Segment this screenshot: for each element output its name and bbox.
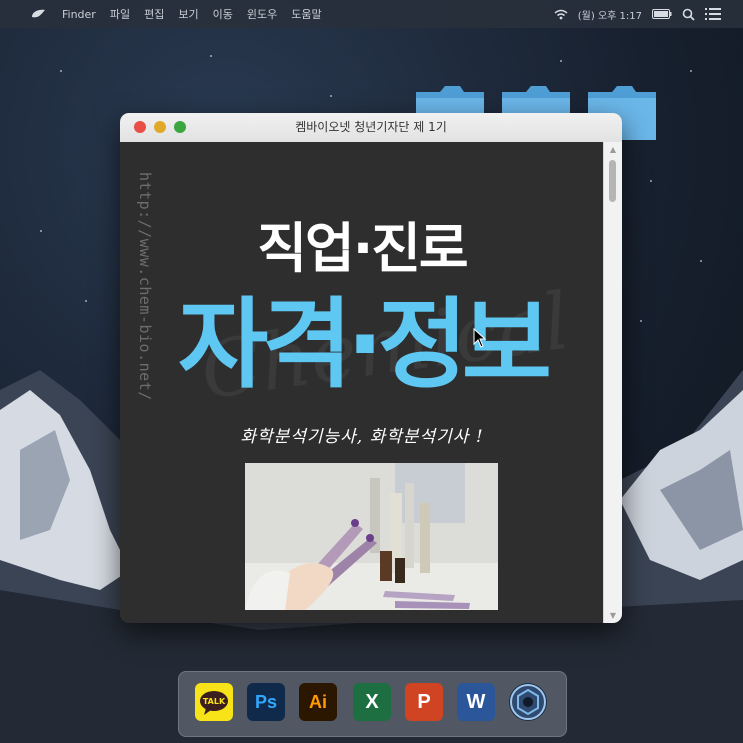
photoshop-icon[interactable]: Ps — [247, 683, 285, 721]
mouse-cursor-icon — [473, 328, 487, 348]
headline-career: 직업·진로 — [257, 217, 468, 280]
aperture-icon[interactable] — [509, 683, 547, 721]
kakaotalk-icon[interactable]: TALK — [195, 683, 233, 721]
scroll-down-icon[interactable]: ▼ — [604, 611, 622, 620]
battery-icon[interactable] — [652, 9, 672, 19]
dock: TALK Ps Ai X P W — [178, 671, 567, 737]
svg-text:TALK: TALK — [203, 697, 226, 706]
menubar-clock[interactable]: (월) 오후 1:17 — [578, 7, 642, 22]
menu-bar: Finder 파일 편집 보기 이동 윈도우 도움말 (월) 오후 1:17 — [0, 0, 743, 28]
powerpoint-icon[interactable]: P — [405, 683, 443, 721]
wifi-icon[interactable] — [554, 9, 568, 20]
photoshop-label: Ps — [254, 692, 278, 712]
illustrator-icon[interactable]: Ai — [299, 683, 337, 721]
finder-window: 켐바이오넷 청년기자단 제 1기 Chemical http://www.che… — [120, 113, 622, 623]
menu-view[interactable]: 보기 — [178, 6, 198, 22]
list-menu-icon[interactable] — [705, 8, 721, 20]
window-content: Chemical http://www.chem-bio.net/ 직업·진로 … — [120, 142, 604, 623]
menu-file[interactable]: 파일 — [110, 6, 130, 22]
lab-photo — [245, 463, 498, 610]
word-icon[interactable]: W — [457, 683, 495, 721]
word-label: W — [466, 691, 486, 713]
scroll-thumb[interactable] — [609, 160, 616, 202]
powerpoint-label: P — [417, 691, 431, 713]
window-title: 켐바이오넷 청년기자단 제 1기 — [295, 120, 447, 134]
headline-certification: 자격·정보 — [178, 288, 552, 402]
excel-label: X — [365, 691, 379, 713]
scroll-up-icon[interactable]: ▲ — [604, 145, 622, 154]
search-icon[interactable] — [682, 8, 695, 21]
subtitle-text: 화학분석기능사, 화학분석기사 ! — [240, 427, 484, 447]
menu-window[interactable]: 윈도우 — [247, 6, 277, 22]
illustrator-label: Ai — [309, 692, 327, 712]
menu-help[interactable]: 도움말 — [291, 6, 321, 22]
menu-edit[interactable]: 편집 — [144, 6, 164, 22]
app-logo-icon[interactable] — [30, 8, 46, 20]
menu-go[interactable]: 이동 — [213, 6, 233, 22]
menu-app-finder[interactable]: Finder — [62, 8, 96, 21]
excel-icon[interactable]: X — [353, 683, 391, 721]
vertical-scrollbar[interactable]: ▲ ▼ — [603, 142, 622, 623]
window-titlebar[interactable]: 켐바이오넷 청년기자단 제 1기 — [120, 113, 622, 143]
